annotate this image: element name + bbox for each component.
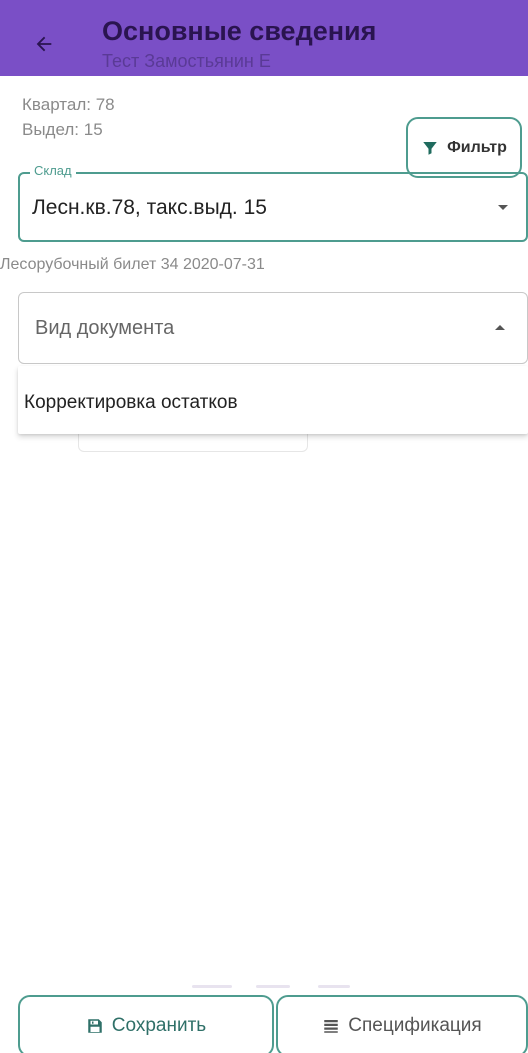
page-subtitle: Тест Замостьянин Е <box>102 51 271 71</box>
scroll-hint <box>256 985 290 988</box>
chevron-down-icon <box>498 205 508 210</box>
specification-button[interactable]: Спецификация <box>276 995 528 1053</box>
filter-button[interactable]: Фильтр <box>406 117 522 178</box>
save-button[interactable]: Сохранить <box>18 995 274 1053</box>
arrow-left-icon <box>36 36 52 52</box>
scroll-hint <box>318 985 350 988</box>
specification-button-label: Спецификация <box>348 1015 482 1036</box>
list-icon <box>324 1020 339 1033</box>
app-bar: Основные сведения Тест Замостьянин Е <box>0 0 528 76</box>
sklad-label: Склад <box>30 163 76 178</box>
filter-button-label: Фильтр <box>447 138 507 156</box>
page-title: Основные сведения <box>102 16 377 46</box>
save-button-label: Сохранить <box>111 1015 207 1036</box>
dropdown-option-label: Корректировка остатков <box>24 392 238 413</box>
ticket-info: Лесорубочный билет 34 2020-07-31 <box>0 256 265 273</box>
document-type-placeholder: Вид документа <box>35 317 175 339</box>
floppy-disk-icon <box>88 1019 102 1033</box>
back-button[interactable] <box>22 24 66 64</box>
scroll-hint <box>192 985 232 988</box>
document-type-dropdown: Корректировка остатков <box>18 366 528 434</box>
sklad-value: Лесн.кв.78, такс.выд. 15 <box>32 196 267 219</box>
kvartal-text: Квартал: 78 <box>22 95 115 114</box>
document-type-select[interactable]: Вид документа <box>18 292 528 364</box>
screen: Основные сведения Тест Замостьянин Е Ква… <box>0 0 528 1053</box>
funnel-icon <box>423 141 437 155</box>
sklad-select[interactable]: Склад Лесн.кв.78, такс.выд. 15 <box>18 163 528 242</box>
vydel-text: Выдел: 15 <box>22 120 103 139</box>
dropdown-option[interactable]: Корректировка остатков <box>18 366 528 434</box>
chevron-up-icon <box>495 325 505 330</box>
